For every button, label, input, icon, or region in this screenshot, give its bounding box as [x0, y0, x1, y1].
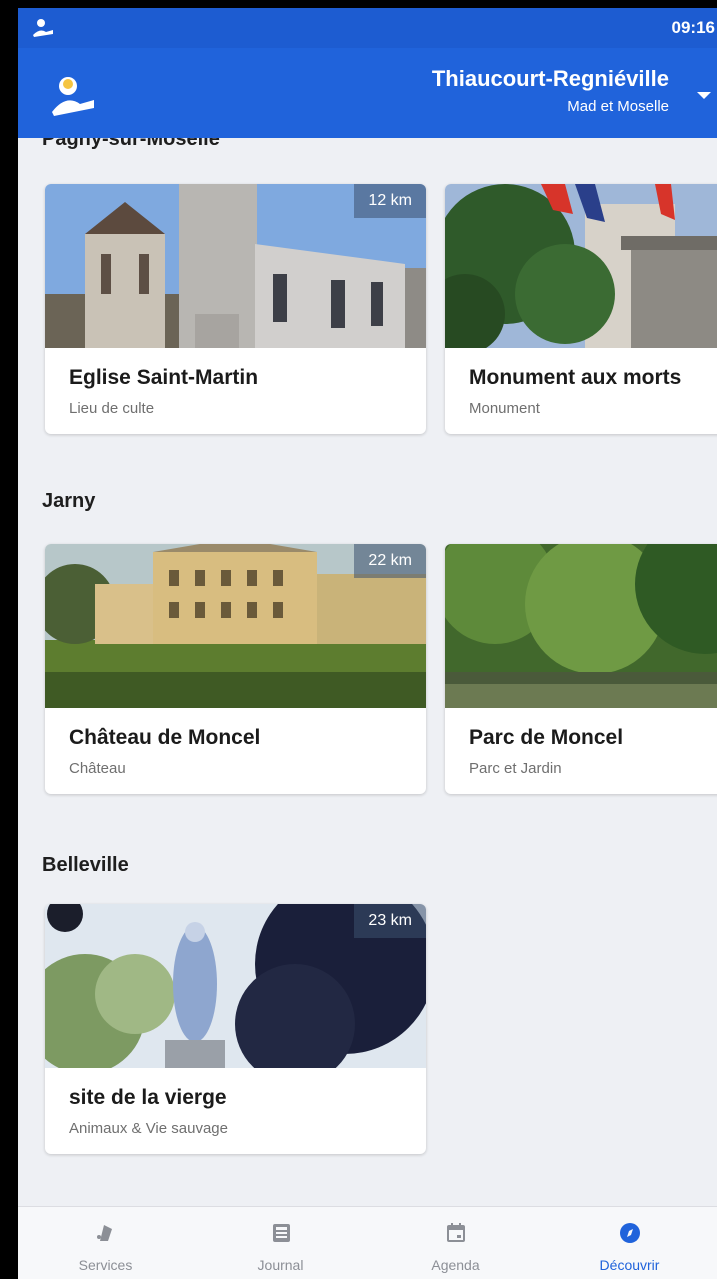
compass-icon	[620, 1223, 640, 1243]
calendar-icon	[447, 1223, 465, 1242]
statue-photo: 23 km	[45, 904, 426, 1068]
services-icon	[97, 1225, 112, 1241]
status-time: 09:16	[671, 18, 715, 37]
nav-tab-journal[interactable]: Journal	[193, 1207, 368, 1279]
place-card-site-de-la-vierge[interactable]: 23 km site de la vierge Animaux & Vie sa…	[45, 904, 426, 1154]
distance-badge: 23 km	[354, 904, 426, 938]
place-category: Château	[69, 760, 126, 777]
place-category: Parc et Jardin	[469, 760, 562, 777]
nav-label: Services	[78, 1257, 133, 1273]
place-name: Monument aux morts	[469, 366, 682, 389]
church-photo: 12 km	[45, 184, 426, 348]
section-title: Belleville	[42, 854, 129, 876]
place-card-eglise-saint-martin[interactable]: 12 km Eglise Saint-Martin Lieu de culte	[45, 184, 426, 434]
place-card-parc-de-moncel[interactable]: Parc de Moncel Parc et Jardin	[445, 544, 717, 794]
app-notification-icon	[33, 19, 53, 37]
nav-tab-agenda[interactable]: Agenda	[368, 1207, 543, 1279]
section-title: Jarny	[42, 490, 96, 512]
discover-list[interactable]: Pagny-sur-Moselle 12 km Eglise Saint-Mar…	[18, 138, 717, 1206]
newspaper-icon	[273, 1224, 290, 1242]
distance-badge: 12 km	[354, 184, 426, 218]
nav-tab-services[interactable]: Services	[18, 1207, 193, 1279]
status-bar: 09:16	[18, 8, 717, 48]
monument-photo	[445, 184, 717, 348]
town-selector[interactable]: Thiaucourt-Regniéville Mad et Moselle	[432, 66, 669, 115]
nav-label: Agenda	[431, 1257, 480, 1273]
bottom-navigation: Services Journal Agenda Découvrir	[18, 1206, 717, 1279]
place-card-chateau-de-moncel[interactable]: 22 km Château de Moncel Château	[45, 544, 426, 794]
place-name: Eglise Saint-Martin	[69, 366, 259, 389]
place-name: Château de Moncel	[69, 726, 261, 749]
castle-photo: 22 km	[45, 544, 426, 708]
region-name: Mad et Moselle	[567, 98, 669, 115]
place-category: Lieu de culte	[69, 400, 155, 417]
chevron-down-icon[interactable]	[697, 92, 711, 99]
town-name: Thiaucourt-Regniéville	[431, 66, 669, 91]
phone-screen: 09:16 Thiaucourt-Regniéville Mad et Mose…	[18, 8, 717, 1279]
place-card-monument-aux-morts[interactable]: Monument aux morts Monument	[445, 184, 717, 434]
app-logo-icon	[52, 77, 94, 116]
nav-label: Journal	[257, 1257, 304, 1273]
park-photo	[445, 544, 717, 708]
place-name: Parc de Moncel	[469, 726, 624, 749]
distance-badge: 22 km	[354, 544, 426, 578]
section-title: Pagny-sur-Moselle	[42, 138, 220, 150]
nav-label: Découvrir	[599, 1257, 660, 1273]
place-name: site de la vierge	[69, 1086, 227, 1109]
place-category: Animaux & Vie sauvage	[69, 1120, 228, 1137]
app-bar: Thiaucourt-Regniéville Mad et Moselle	[18, 48, 717, 138]
nav-tab-decouvrir[interactable]: Découvrir	[542, 1207, 717, 1279]
place-category: Monument	[469, 400, 540, 417]
